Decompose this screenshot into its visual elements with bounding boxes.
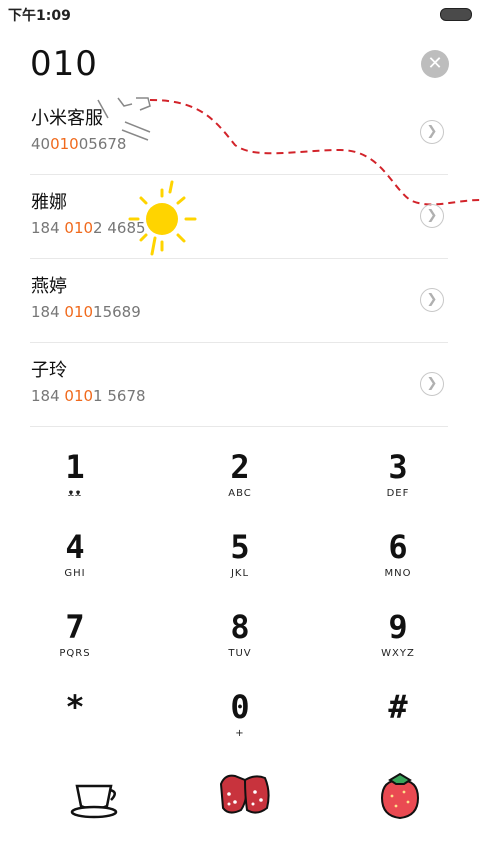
key-digit: 6 (388, 528, 408, 566)
key-digit: # (388, 688, 408, 726)
key-digit: 1 (65, 448, 85, 486)
battery-icon (440, 8, 472, 21)
dial-key[interactable]: 3 DEF (333, 448, 463, 520)
contact-number: 184 0101 5678 (31, 387, 146, 405)
status-bar: 下午1:09 (0, 0, 480, 28)
contact-number: 184 0102 4685 (31, 219, 146, 237)
contact-row[interactable]: 子玲 184 0101 5678 ❯ (30, 342, 448, 427)
status-time: 下午1:09 (8, 8, 71, 24)
number-suffix: 05678 (78, 135, 127, 153)
chevron-right-icon[interactable]: ❯ (420, 204, 444, 228)
contact-row[interactable]: 雅娜 184 0102 4685 ❯ (30, 174, 448, 259)
dial-key[interactable]: 9 WXYZ (333, 608, 463, 680)
key-letters: PQRS (59, 648, 91, 659)
dial-key[interactable]: 7 PQRS (10, 608, 140, 680)
dial-key[interactable]: 2 ABC (175, 448, 305, 520)
dial-key[interactable]: 1 ᴥᴥ (10, 448, 140, 520)
close-circle-icon[interactable]: ✕ (421, 50, 449, 78)
key-letters: + (235, 728, 245, 739)
dial-key[interactable]: # (333, 688, 463, 760)
number-suffix: 15689 (93, 303, 141, 321)
key-digit: 4 (65, 528, 85, 566)
contact-number: 4001005678 (31, 135, 126, 153)
mittens-icon[interactable] (215, 770, 275, 820)
key-digit: 2 (230, 448, 250, 486)
contact-name: 子玲 (31, 360, 67, 381)
dial-key[interactable]: 5 JKL (175, 528, 305, 600)
key-digit: * (65, 688, 85, 726)
key-letters: ᴥᴥ (67, 488, 83, 499)
number-suffix: 1 5678 (93, 387, 146, 405)
number-match-highlight: 010 (64, 219, 94, 237)
dial-key[interactable]: * (10, 688, 140, 760)
number-match-highlight: 010 (64, 387, 94, 405)
dial-key[interactable]: 0 + (175, 688, 305, 760)
key-digit: 8 (230, 608, 250, 646)
key-letters: DEF (386, 488, 410, 499)
key-letters: JKL (230, 568, 250, 579)
number-match-highlight: 010 (50, 135, 79, 153)
key-letters: GHI (64, 568, 86, 579)
contact-row[interactable]: 小米客服 4001005678 ❯ (30, 90, 448, 175)
chevron-right-icon[interactable]: ❯ (420, 120, 444, 144)
strawberry-icon[interactable] (370, 770, 430, 820)
contact-name: 小米客服 (31, 108, 103, 129)
contact-name: 燕婷 (31, 276, 67, 297)
key-digit: 3 (388, 448, 408, 486)
dial-key[interactable]: 8 TUV (175, 608, 305, 680)
number-suffix: 2 4685 (93, 219, 146, 237)
chevron-right-icon[interactable]: ❯ (420, 288, 444, 312)
teacup-icon[interactable] (65, 770, 125, 820)
key-digit: 0 (230, 688, 250, 726)
number-prefix: 184 (31, 303, 65, 321)
contact-number: 184 01015689 (31, 303, 141, 321)
key-letters: WXYZ (381, 648, 415, 659)
contact-row[interactable]: 燕婷 184 01015689 ❯ (30, 258, 448, 343)
key-digit: 9 (388, 608, 408, 646)
dial-key[interactable]: 4 GHI (10, 528, 140, 600)
number-prefix: 184 (31, 387, 65, 405)
key-letters: ABC (228, 488, 252, 499)
contact-name: 雅娜 (31, 192, 67, 213)
key-letters: MNO (384, 568, 412, 579)
chevron-right-icon[interactable]: ❯ (420, 372, 444, 396)
key-digit: 7 (65, 608, 85, 646)
number-prefix: 40 (31, 135, 51, 153)
dial-key[interactable]: 6 MNO (333, 528, 463, 600)
dialed-number: 010 (30, 44, 98, 84)
key-letters: TUV (228, 648, 252, 659)
number-prefix: 184 (31, 219, 65, 237)
number-match-highlight: 010 (64, 303, 94, 321)
key-digit: 5 (230, 528, 250, 566)
